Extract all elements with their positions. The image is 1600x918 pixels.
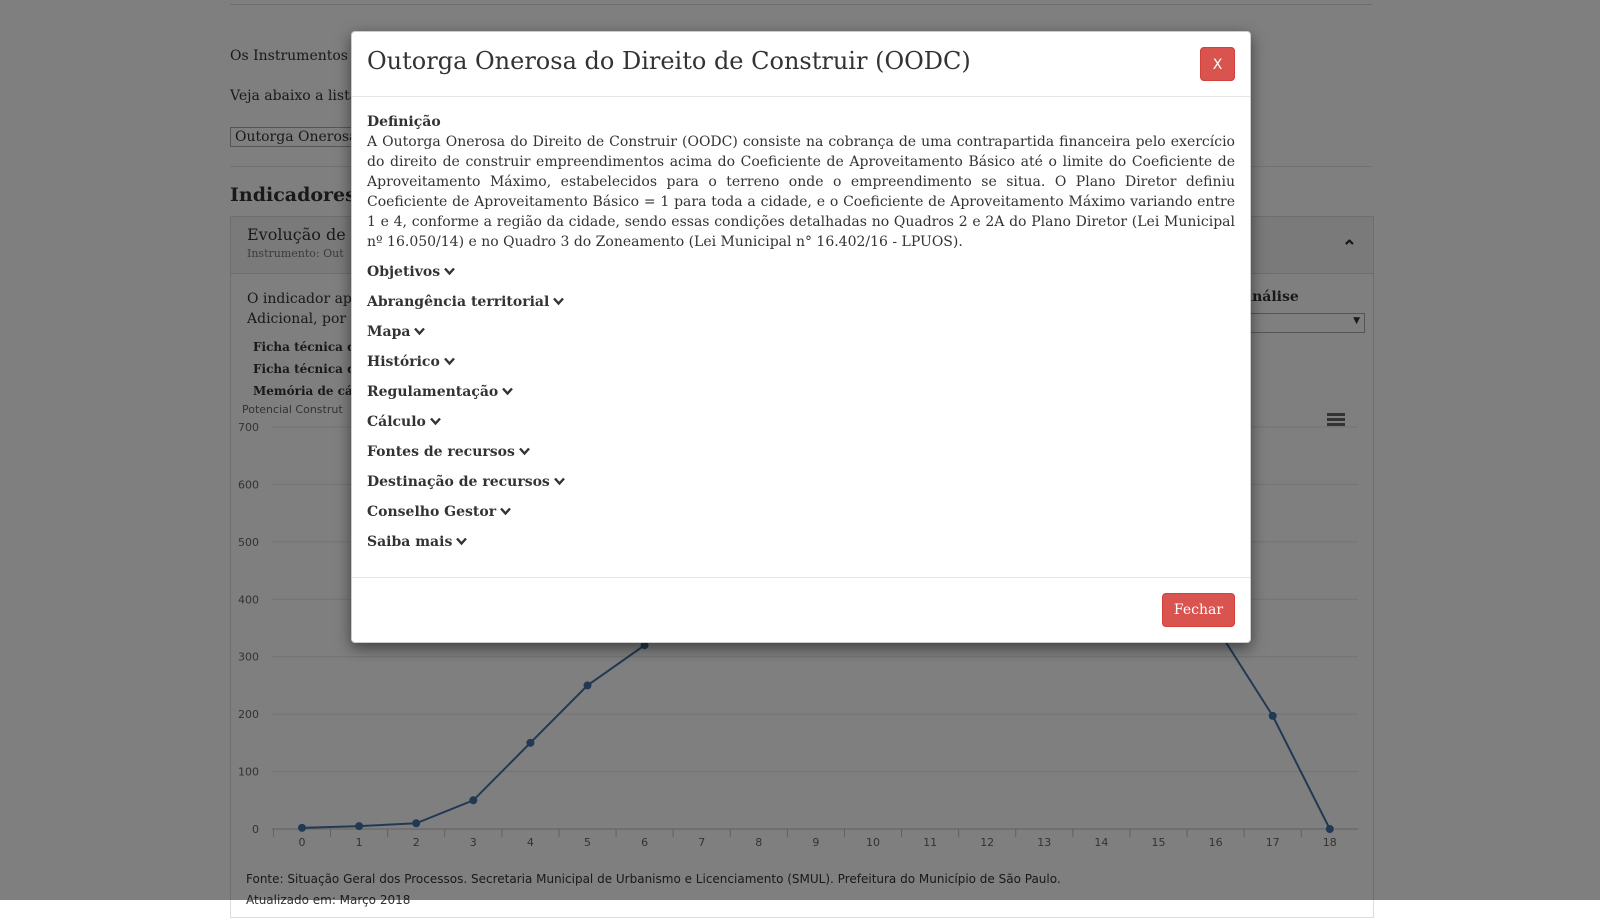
- accordion-label: Cálculo: [367, 414, 426, 430]
- chevron-down-icon: [430, 412, 441, 432]
- modal-body: Definição A Outorga Onerosa do Direito d…: [367, 112, 1235, 562]
- chevron-down-icon: [553, 292, 565, 312]
- accordion-label: Fontes de recursos: [367, 444, 515, 460]
- accordion-toggle[interactable]: Cálculo: [367, 412, 1235, 432]
- accordion-label: Saiba mais: [367, 534, 453, 550]
- accordion-toggle[interactable]: Conselho Gestor: [367, 502, 1235, 522]
- accordion-label: Destinação de recursos: [367, 474, 550, 490]
- definition-text: A Outorga Onerosa do Direito de Construi…: [367, 134, 1235, 250]
- chevron-down-icon: [456, 532, 468, 552]
- chevron-down-icon: [443, 352, 455, 372]
- accordion-label: Abrangência territorial: [367, 294, 550, 310]
- chevron-down-icon: [444, 262, 456, 282]
- accordion-toggle[interactable]: Destinação de recursos: [367, 472, 1235, 492]
- chevron-down-icon: [518, 442, 530, 462]
- accordion-toggle[interactable]: Mapa: [367, 322, 1235, 342]
- chevron-down-icon: [414, 322, 426, 342]
- accordion-label: Regulamentação: [367, 384, 499, 400]
- accordion-label: Objetivos: [367, 264, 441, 280]
- accordion-toggle[interactable]: Regulamentação: [367, 382, 1235, 402]
- modal-header: Outorga Onerosa do Direito de Construir …: [352, 32, 1250, 97]
- accordion-toggle[interactable]: Saiba mais: [367, 532, 1235, 552]
- accordion-toggle[interactable]: Abrangência territorial: [367, 292, 1235, 312]
- fechar-button[interactable]: Fechar: [1162, 593, 1235, 627]
- accordion-toggle[interactable]: Fontes de recursos: [367, 442, 1235, 462]
- accordion-toggle[interactable]: Objetivos: [367, 262, 1235, 282]
- accordion-toggle[interactable]: Histórico: [367, 352, 1235, 372]
- modal-footer: Fechar: [352, 577, 1250, 642]
- definition-heading: Definição: [367, 114, 441, 130]
- chevron-down-icon: [502, 382, 514, 402]
- chevron-down-icon: [553, 472, 565, 492]
- chevron-down-icon: [500, 502, 511, 522]
- accordion-label: Mapa: [367, 324, 411, 340]
- accordion-label: Conselho Gestor: [367, 504, 497, 520]
- accordion-label: Histórico: [367, 354, 440, 370]
- instrument-modal: Outorga Onerosa do Direito de Construir …: [351, 31, 1251, 643]
- accordion-list: Objetivos Abrangência territorial Mapa Hist…: [367, 262, 1235, 552]
- close-button[interactable]: X: [1200, 47, 1235, 81]
- modal-title: Outorga Onerosa do Direito de Construir …: [367, 47, 971, 75]
